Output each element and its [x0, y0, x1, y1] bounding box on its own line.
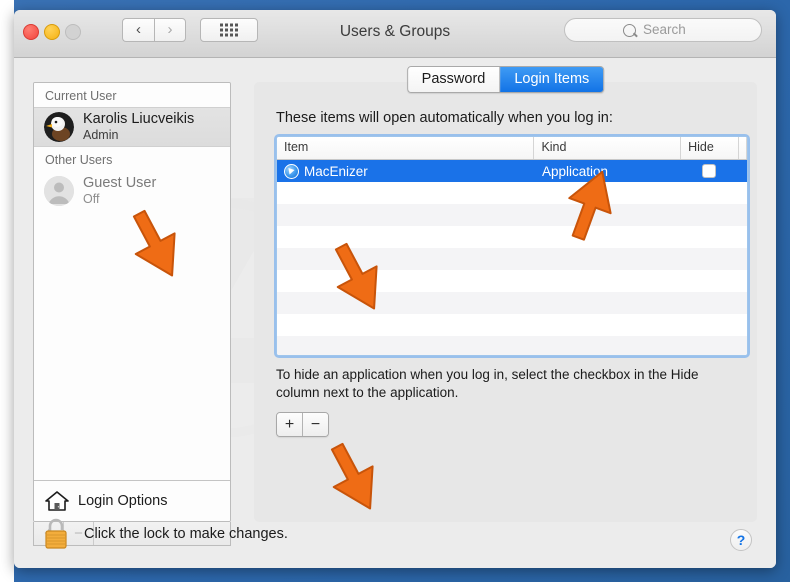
cell-item: MacEnizer	[277, 160, 535, 182]
hide-checkbox[interactable]	[702, 164, 716, 178]
table-row-empty	[277, 270, 747, 292]
cell-kind: Application	[542, 163, 609, 179]
login-items-panel: Password Login Items These items will op…	[254, 66, 757, 522]
system-preferences-window: ‹ › Users & Groups Search Current User K…	[14, 10, 776, 568]
sidebar-user-name: Guest User	[83, 175, 157, 192]
tab-password[interactable]: Password	[407, 67, 501, 92]
tab-login-items[interactable]: Login Items	[500, 67, 604, 92]
search-icon	[623, 24, 636, 37]
sidebar-group-other-users: Other Users	[34, 147, 230, 171]
users-sidebar: Current User Karolis Liucveikis Admin Ot…	[33, 82, 231, 522]
generic-person-avatar-icon	[44, 176, 74, 206]
table-row-empty	[277, 292, 747, 314]
table-row-empty	[277, 336, 747, 355]
table-row[interactable]: MacEnizer Application	[277, 160, 747, 182]
column-header-item[interactable]: Item	[277, 137, 535, 159]
column-header-hide[interactable]: Hide	[681, 137, 740, 159]
eagle-avatar-icon	[44, 112, 74, 142]
sidebar-group-current-user: Current User	[34, 83, 230, 107]
cell-item-label: MacEnizer	[304, 163, 368, 179]
lock-label: Click the lock to make changes.	[84, 526, 288, 542]
search-input[interactable]: Search	[564, 18, 762, 42]
login-item-add-remove-toolbar: + −	[276, 412, 329, 437]
cell-spacer	[740, 160, 747, 182]
cell-hide	[682, 160, 740, 182]
search-placeholder: Search	[643, 22, 686, 37]
table-row-empty	[277, 226, 747, 248]
sidebar-user-text: Karolis Liucveikis Admin	[83, 111, 194, 142]
desktop-left-margin	[0, 0, 14, 582]
table-header-row: Item Kind Hide	[277, 137, 747, 160]
remove-login-item-button[interactable]: −	[303, 413, 328, 436]
table-row-empty	[277, 248, 747, 270]
sidebar-user-text: Guest User Off	[83, 175, 156, 206]
login-options-label: Login Options	[78, 493, 168, 509]
login-items-table[interactable]: Item Kind Hide MacEnizer Application	[276, 136, 748, 356]
tab-bar: Password Login Items	[406, 66, 605, 93]
macenizer-app-icon	[284, 163, 299, 179]
column-header-kind[interactable]: Kind	[534, 137, 682, 159]
window-titlebar: ‹ › Users & Groups Search	[14, 10, 776, 58]
sidebar-user-role: Admin	[83, 128, 119, 143]
sidebar-item-login-options[interactable]: Login Options	[34, 480, 230, 521]
table-row-empty	[277, 204, 747, 226]
window-body: Current User Karolis Liucveikis Admin Ot…	[14, 58, 776, 568]
table-row-empty	[277, 314, 747, 336]
column-header-spacer	[739, 137, 747, 159]
table-row-empty	[277, 182, 747, 204]
home-icon	[45, 491, 69, 511]
sidebar-user-status: Off	[83, 192, 100, 207]
hide-column-note: To hide an application when you log in, …	[276, 367, 699, 401]
sidebar-item-guest-user[interactable]: Guest User Off	[34, 171, 230, 211]
add-login-item-button[interactable]: +	[277, 413, 303, 436]
sidebar-user-name: Karolis Liucveikis	[83, 111, 195, 128]
login-items-instruction: These items will open automatically when…	[276, 110, 613, 126]
sidebar-item-karolis-liucveikis[interactable]: Karolis Liucveikis Admin	[34, 107, 230, 147]
help-button[interactable]: ?	[730, 529, 752, 551]
open-padlock-icon[interactable]	[42, 517, 70, 551]
lock-row[interactable]: Click the lock to make changes.	[42, 517, 288, 551]
